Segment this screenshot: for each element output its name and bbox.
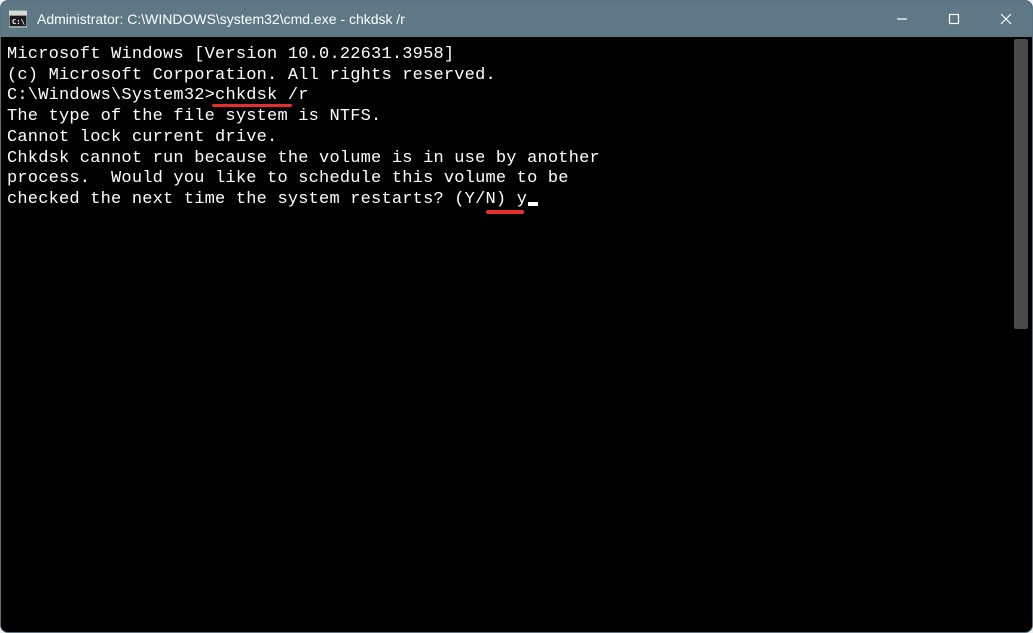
scrollbar-thumb[interactable] <box>1014 39 1028 329</box>
user-input: y <box>517 190 527 209</box>
prompt-command: chkdsk /r <box>215 86 309 105</box>
annotation-underline-icon <box>212 104 292 107</box>
cursor-icon <box>528 202 538 206</box>
svg-text:C:\: C:\ <box>12 17 25 26</box>
titlebar[interactable]: C:\ Administrator: C:\WINDOWS\system32\c… <box>1 1 1032 37</box>
cmd-window: C:\ Administrator: C:\WINDOWS\system32\c… <box>0 0 1033 633</box>
maximize-button[interactable] <box>928 1 980 37</box>
prompt-path: C:\Windows\System32> <box>7 86 215 105</box>
cmd-icon: C:\ <box>9 10 27 28</box>
close-button[interactable] <box>980 1 1032 37</box>
scrollbar[interactable] <box>1012 39 1030 630</box>
window-title: Administrator: C:\WINDOWS\system32\cmd.e… <box>37 11 876 27</box>
prompt-answer-line: checked the next time the system restart… <box>7 190 538 211</box>
output-line: Microsoft Windows [Version 10.0.22631.39… <box>7 45 1006 66</box>
console-body: Microsoft Windows [Version 10.0.22631.39… <box>1 37 1032 632</box>
prompt-question: checked the next time the system restart… <box>7 190 517 209</box>
output-line: process. Would you like to schedule this… <box>7 169 1006 190</box>
output-line: Chkdsk cannot run because the volume is … <box>7 149 1006 170</box>
annotation-underline-icon <box>486 210 524 214</box>
output-line: Cannot lock current drive. <box>7 128 1006 149</box>
minimize-button[interactable] <box>876 1 928 37</box>
prompt-line: C:\Windows\System32>chkdsk /r <box>7 86 309 107</box>
output-line: (c) Microsoft Corporation. All rights re… <box>7 66 1006 87</box>
output-line: The type of the file system is NTFS. <box>7 107 1006 128</box>
console-output[interactable]: Microsoft Windows [Version 10.0.22631.39… <box>1 37 1012 632</box>
window-controls <box>876 1 1032 37</box>
